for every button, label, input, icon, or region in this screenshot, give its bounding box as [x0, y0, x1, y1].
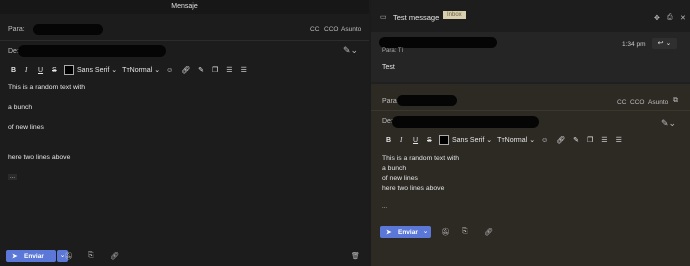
strikethrough-icon[interactable]: S [427, 137, 439, 144]
bold-icon[interactable]: B [386, 137, 400, 144]
italic-icon[interactable]: I [25, 66, 38, 74]
to-field[interactable] [33, 24, 103, 35]
template-icon[interactable]: ⎘ [462, 228, 468, 236]
ordered-list-icon[interactable]: ☰ [226, 66, 232, 74]
signature-icon[interactable]: ✎⌄ [661, 118, 676, 129]
send-icon: ➤ [12, 253, 18, 260]
reply-compose [371, 84, 690, 266]
remove-format-icon[interactable]: ✎ [198, 66, 204, 74]
emoji-icon[interactable]: ☺ [166, 67, 173, 74]
body-line: of new lines [382, 175, 418, 182]
from-field[interactable] [392, 116, 539, 128]
cc-link[interactable]: CC [310, 26, 319, 33]
trash-icon[interactable]: 🗑︎ [351, 252, 360, 260]
text-color-icon[interactable] [439, 135, 449, 145]
print-icon[interactable]: ⎙ [667, 14, 673, 22]
send-options-button[interactable]: ⌄ [420, 226, 431, 238]
body-line: This is a random text with [382, 155, 460, 162]
underline-icon[interactable]: U [38, 67, 52, 74]
font-select[interactable]: Sans Serif [77, 67, 109, 74]
chevron-down-icon: ⌄ [529, 137, 536, 144]
remove-format-icon[interactable]: ✎ [573, 136, 579, 144]
chevron-down-icon: ⌄ [111, 67, 118, 74]
size-select[interactable]: Normal [130, 67, 153, 74]
compose-title: Mensaje [0, 0, 369, 14]
cc-link[interactable]: CC [617, 99, 626, 106]
body-line: here two lines above [8, 154, 71, 161]
template-icon[interactable]: ⎘ [88, 252, 94, 260]
attach-icon[interactable]: 🔗︎ [484, 228, 493, 236]
ordered-list-icon[interactable]: ☰ [601, 136, 607, 144]
quote-icon[interactable]: ❐ [587, 136, 593, 144]
link-icon[interactable]: 🔗︎ [181, 66, 190, 74]
send-button[interactable]: ➤ Enviar [6, 250, 56, 262]
format-toolbar: B I U S Sans Serif ⌄ Tт Normal ⌄ ☺ 🔗︎ ✎ ❐ ☰… [11, 65, 291, 75]
body-line: This is a random text with [8, 84, 86, 91]
from-field[interactable] [18, 45, 166, 57]
reply-button[interactable]: ↩ ⌄ [652, 38, 677, 49]
cco-link[interactable]: CCO [324, 26, 338, 33]
sender-name [379, 37, 497, 48]
link-icon[interactable]: 🔗︎ [556, 136, 565, 144]
close-icon[interactable]: ✕ [680, 14, 686, 22]
emoji-icon[interactable]: ☺ [541, 137, 548, 144]
strikethrough-icon[interactable]: S [52, 67, 64, 74]
chevron-down-icon: ⌄ [154, 67, 161, 74]
quote-icon[interactable]: ❐ [212, 66, 218, 74]
inbox-badge[interactable]: Inbox [443, 11, 466, 19]
message-time: 1:34 pm [622, 41, 646, 48]
message-subject: Test message [393, 13, 440, 22]
show-trimmed-button[interactable]: ... [382, 204, 387, 210]
body-line: a bunch [382, 165, 407, 172]
attach-icon[interactable]: 🔗︎ [110, 252, 119, 260]
bullet-list-icon[interactable]: ☰ [241, 66, 247, 74]
to-field[interactable] [397, 95, 457, 106]
format-toolbar: B I U S Sans Serif ⌄ Tт Normal ⌄ ☺ 🔗︎ ✎ ❐ ☰… [386, 135, 666, 145]
size-select[interactable]: Normal [505, 137, 528, 144]
popout-icon[interactable]: ⧉ [673, 97, 678, 105]
show-trimmed-button[interactable]: ... [8, 174, 18, 180]
italic-icon[interactable]: I [400, 136, 413, 144]
body-line: a bunch [8, 104, 33, 111]
body-line: here two lines above [382, 185, 445, 192]
bold-icon[interactable]: B [11, 67, 25, 74]
signature-icon[interactable]: ✎⌄ [343, 45, 358, 56]
body-line: of new lines [8, 124, 44, 131]
underline-icon[interactable]: U [413, 137, 427, 144]
chevron-down-icon: ⌄ [486, 137, 493, 144]
asunto-link[interactable]: Asunto [648, 99, 668, 106]
text-color-icon[interactable] [64, 65, 74, 75]
message-to: Para: Tí [382, 48, 404, 54]
cco-link[interactable]: CCO [630, 99, 644, 106]
font-select[interactable]: Sans Serif [452, 137, 484, 144]
bullet-list-icon[interactable]: ☰ [616, 136, 622, 144]
asunto-link[interactable]: Asunto [341, 26, 361, 33]
send-icon: ➤ [386, 229, 392, 236]
sound-icon[interactable]: 🔕︎ [64, 252, 73, 260]
sound-icon[interactable]: 🔕︎ [441, 228, 450, 236]
text-size-icon: Tт [497, 136, 505, 144]
text-size-icon: Tт [122, 66, 130, 74]
message-body: Test [382, 64, 395, 71]
move-icon[interactable]: ✥ [654, 14, 660, 22]
to-label: Para: [8, 26, 25, 33]
label-icon[interactable]: ▭ [380, 13, 387, 21]
